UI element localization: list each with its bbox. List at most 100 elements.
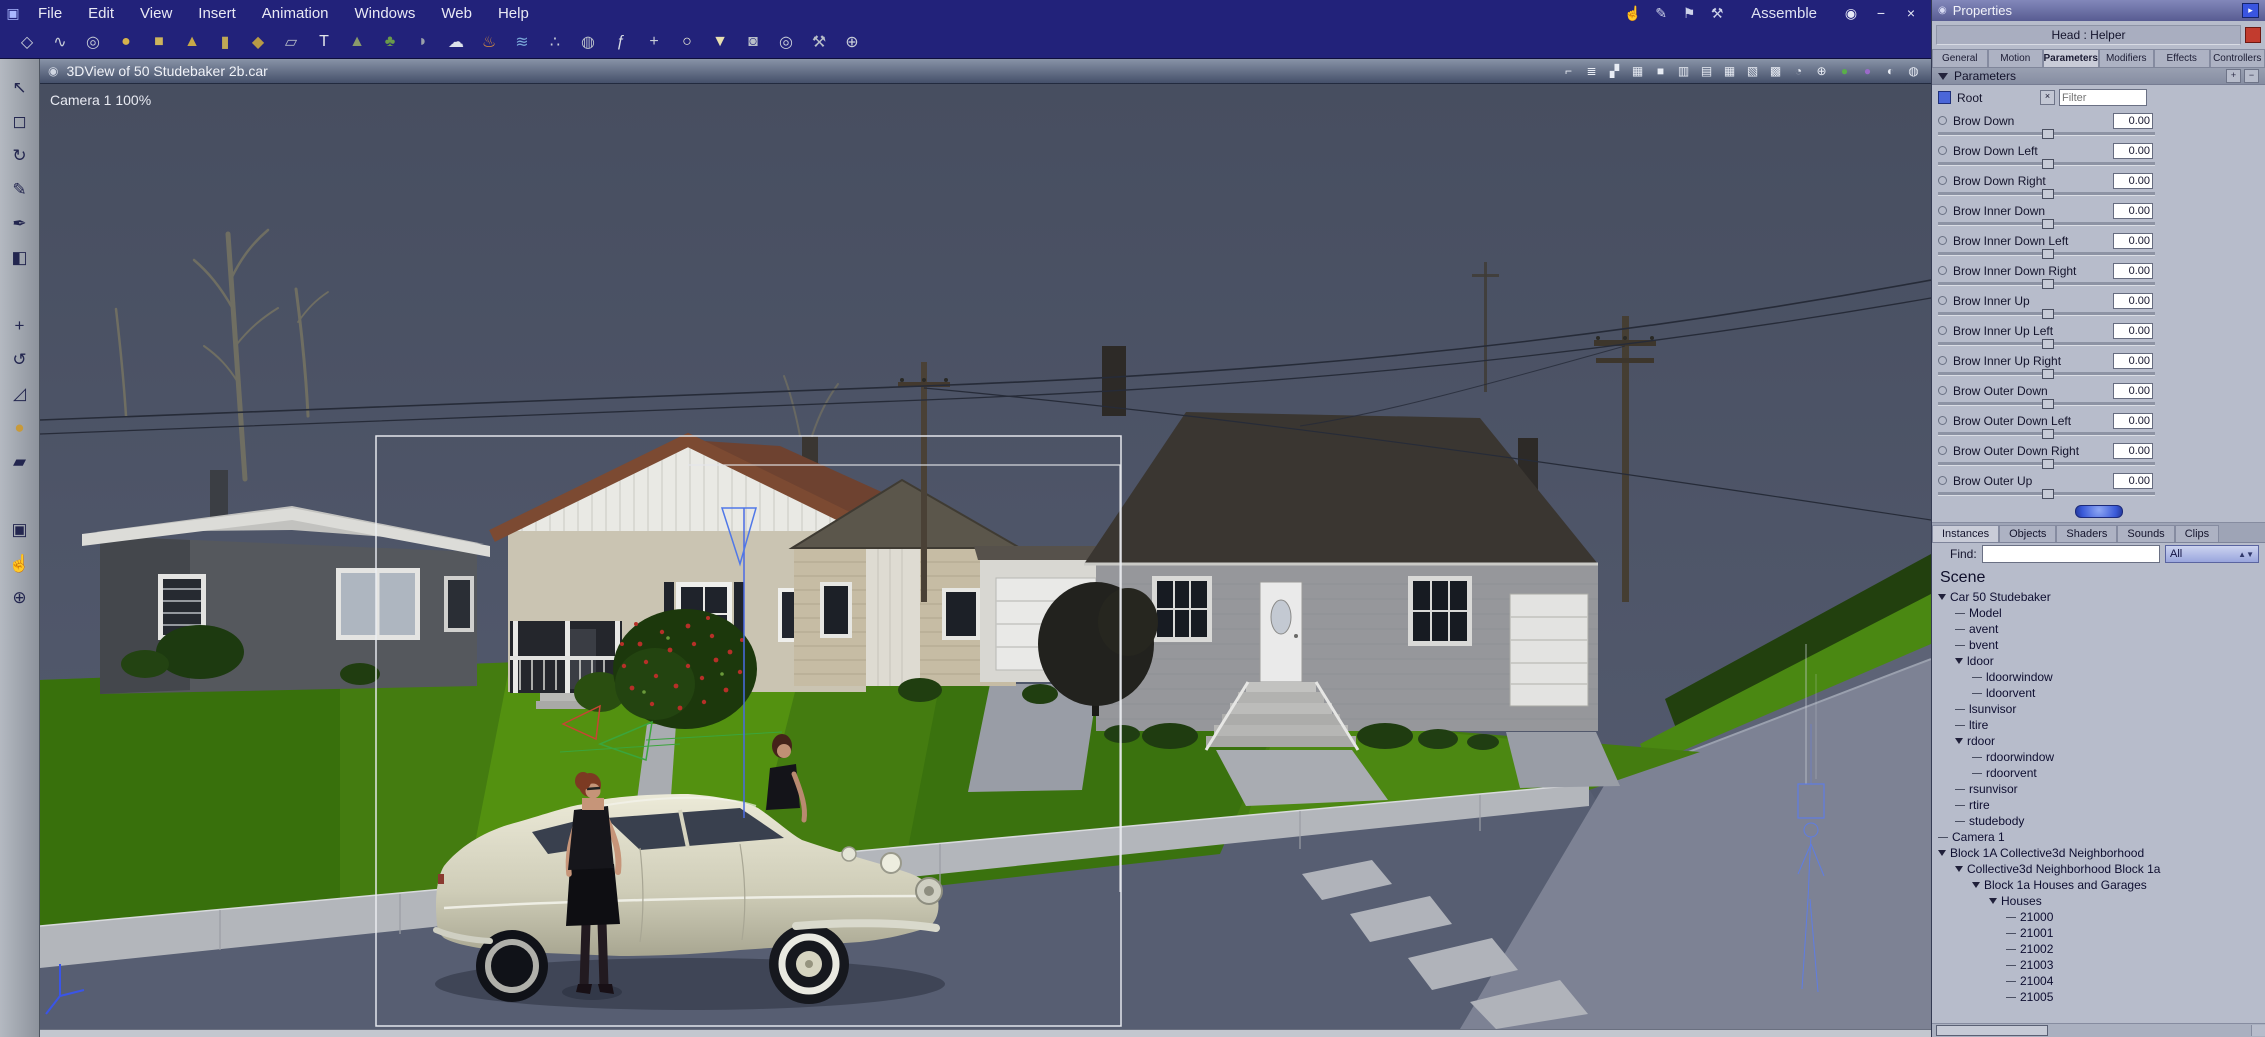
properties-tab[interactable]: Parameters [2043,49,2099,67]
bulb-light-tool-icon[interactable]: ○ [674,29,700,55]
pan-hand-icon[interactable]: ☝ [1623,3,1643,23]
icosahedron-primitive-icon[interactable]: ◆ [245,29,271,55]
tree-branch-icon[interactable] [1955,628,1965,630]
tree-branch-icon[interactable] [1955,612,1965,614]
scene-tree-item[interactable]: Model [1932,605,2265,621]
scene-tree-item[interactable]: Camera 1 [1932,829,2265,845]
tree-branch-icon[interactable] [1938,850,1946,856]
keyframe-dot-icon[interactable] [1938,416,1947,425]
target-helper-tool-icon[interactable]: ◎ [773,29,799,55]
keyframe-dot-icon[interactable] [1938,476,1947,485]
filter-input[interactable] [2059,89,2147,106]
layout-custom-icon[interactable]: ▩ [1766,62,1785,80]
panel-gadget-icon[interactable]: ◉ [1938,5,1947,16]
camera-track-tool-icon[interactable]: ▣ [5,515,35,545]
tree-branch-icon[interactable] [1955,644,1965,646]
parameter-slider[interactable] [1938,399,2155,409]
browser-tab[interactable]: Sounds [2117,525,2175,542]
parameter-slider[interactable] [1938,279,2155,289]
keyframe-dot-icon[interactable] [1938,446,1947,455]
parameters-scroll-button[interactable] [2074,504,2123,518]
slider-thumb[interactable] [2041,429,2054,439]
tree-branch-icon[interactable] [1955,658,1963,664]
keyframe-dot-icon[interactable] [1938,356,1947,365]
viewport-title-bar[interactable]: ◉ 3DView of 50 Studebaker 2b.car ⌐ ≣ ▞ ▦ ■ ▥ ▤… [40,59,1931,84]
slider-thumb[interactable] [2041,159,2054,169]
parameter-value-field[interactable]: 0.00 [2113,412,2153,429]
scene-tree-item[interactable]: Car 50 Studebaker [1932,589,2265,605]
cone-primitive-icon[interactable]: ▲ [179,29,205,55]
metaball-tool-icon[interactable]: ◎ [80,29,106,55]
measure-icon[interactable]: ≣ [1582,62,1601,80]
keyframe-dot-icon[interactable] [1938,176,1947,185]
blob-tool-icon[interactable]: ◍ [575,29,601,55]
tree-branch-icon[interactable] [1955,788,1965,790]
tree-branch-icon[interactable] [1955,708,1965,710]
scene-tree-item[interactable]: rdoorvent [1932,765,2265,781]
marquee-tool-icon[interactable]: ◻ [5,107,35,137]
slider-thumb[interactable] [2041,309,2054,319]
text-primitive-icon[interactable]: T [311,29,337,55]
keyframe-dot-icon[interactable] [1938,236,1947,245]
slider-thumb[interactable] [2041,249,2054,259]
bucket-tool-icon[interactable]: ◧ [5,243,35,273]
snap-magnet-icon[interactable]: ⌐ [1559,62,1578,80]
info-icon[interactable]: ◍ [1904,62,1923,80]
shear-tool-icon[interactable]: ▰ [5,447,35,477]
tree-branch-icon[interactable] [1972,772,1982,774]
menu-item[interactable]: View [140,5,172,22]
antialias-icon[interactable]: ▞ [1605,62,1624,80]
scene-tree-item[interactable]: 21000 [1932,909,2265,925]
find-input[interactable] [1981,545,2160,563]
browser-tab[interactable]: Instances [1932,525,2000,542]
browser-tab[interactable]: Clips [2174,525,2220,542]
zoom-tool-icon[interactable]: ⊕ [5,583,35,613]
slider-thumb[interactable] [2041,129,2054,139]
tree-branch-icon[interactable] [2006,996,2016,998]
slider-thumb[interactable] [2041,339,2054,349]
properties-tab[interactable]: General [1932,49,1988,67]
slider-thumb[interactable] [2041,459,2054,469]
particles-tool-icon[interactable]: ∴ [542,29,568,55]
tree-branch-icon[interactable] [1989,898,1997,904]
rotate-scene-tool-icon[interactable]: ↻ [5,141,35,171]
parameter-value-field[interactable]: 0.00 [2113,322,2153,339]
wrench-tool-icon[interactable]: ⚒ [806,29,832,55]
parameter-value-field[interactable]: 0.00 [2113,202,2153,219]
terrain-tool-icon[interactable]: ▲ [344,29,370,55]
flag-icon[interactable]: ⚑ [1679,3,1699,23]
parameter-slider[interactable] [1938,369,2155,379]
tree-branch-icon[interactable] [1972,756,1982,758]
tree-branch-icon[interactable] [2006,932,2016,934]
add-parameter-button[interactable]: + [2226,69,2241,83]
layout-quad-icon[interactable]: ▦ [1720,62,1739,80]
close-button[interactable]: × [1901,3,1921,23]
scene-tree-item[interactable]: ldoorwindow [1932,669,2265,685]
tree-branch-icon[interactable] [1955,738,1963,744]
slider-thumb[interactable] [2041,189,2054,199]
keyframe-dot-icon[interactable] [1938,206,1947,215]
scene-tree-item[interactable]: ldoor [1932,653,2265,669]
parameter-value-field[interactable]: 0.00 [2113,112,2153,129]
menu-item[interactable]: Windows [355,5,416,22]
gap-1[interactable] [5,277,35,307]
slider-thumb[interactable] [2041,219,2054,229]
scene-tree-item[interactable]: rdoorwindow [1932,749,2265,765]
keyframe-dot-icon[interactable] [1938,296,1947,305]
scene-tree-item[interactable]: 21005 [1932,989,2265,1005]
scene-tree-item[interactable]: bvent [1932,637,2265,653]
menu-item[interactable]: Animation [262,5,329,22]
gap-2[interactable] [5,481,35,511]
axis-toggle-icon[interactable]: ⊕ [1812,62,1831,80]
slider-thumb[interactable] [2041,399,2054,409]
tree-branch-icon[interactable] [2006,964,2016,966]
parameter-value-field[interactable]: 0.00 [2113,352,2153,369]
scene-tree-item[interactable]: rtire [1932,797,2265,813]
parameters-section-header[interactable]: Parameters + − [1932,68,2265,85]
visibility-eye-icon[interactable]: ◉ [1841,3,1861,23]
plane-primitive-icon[interactable]: ▱ [278,29,304,55]
camera-tool-icon[interactable]: ◙ [740,29,766,55]
scene-tree-item[interactable]: rsunvisor [1932,781,2265,797]
magnifier-tool-icon[interactable]: ⊕ [839,29,865,55]
parameter-value-field[interactable]: 0.00 [2113,142,2153,159]
